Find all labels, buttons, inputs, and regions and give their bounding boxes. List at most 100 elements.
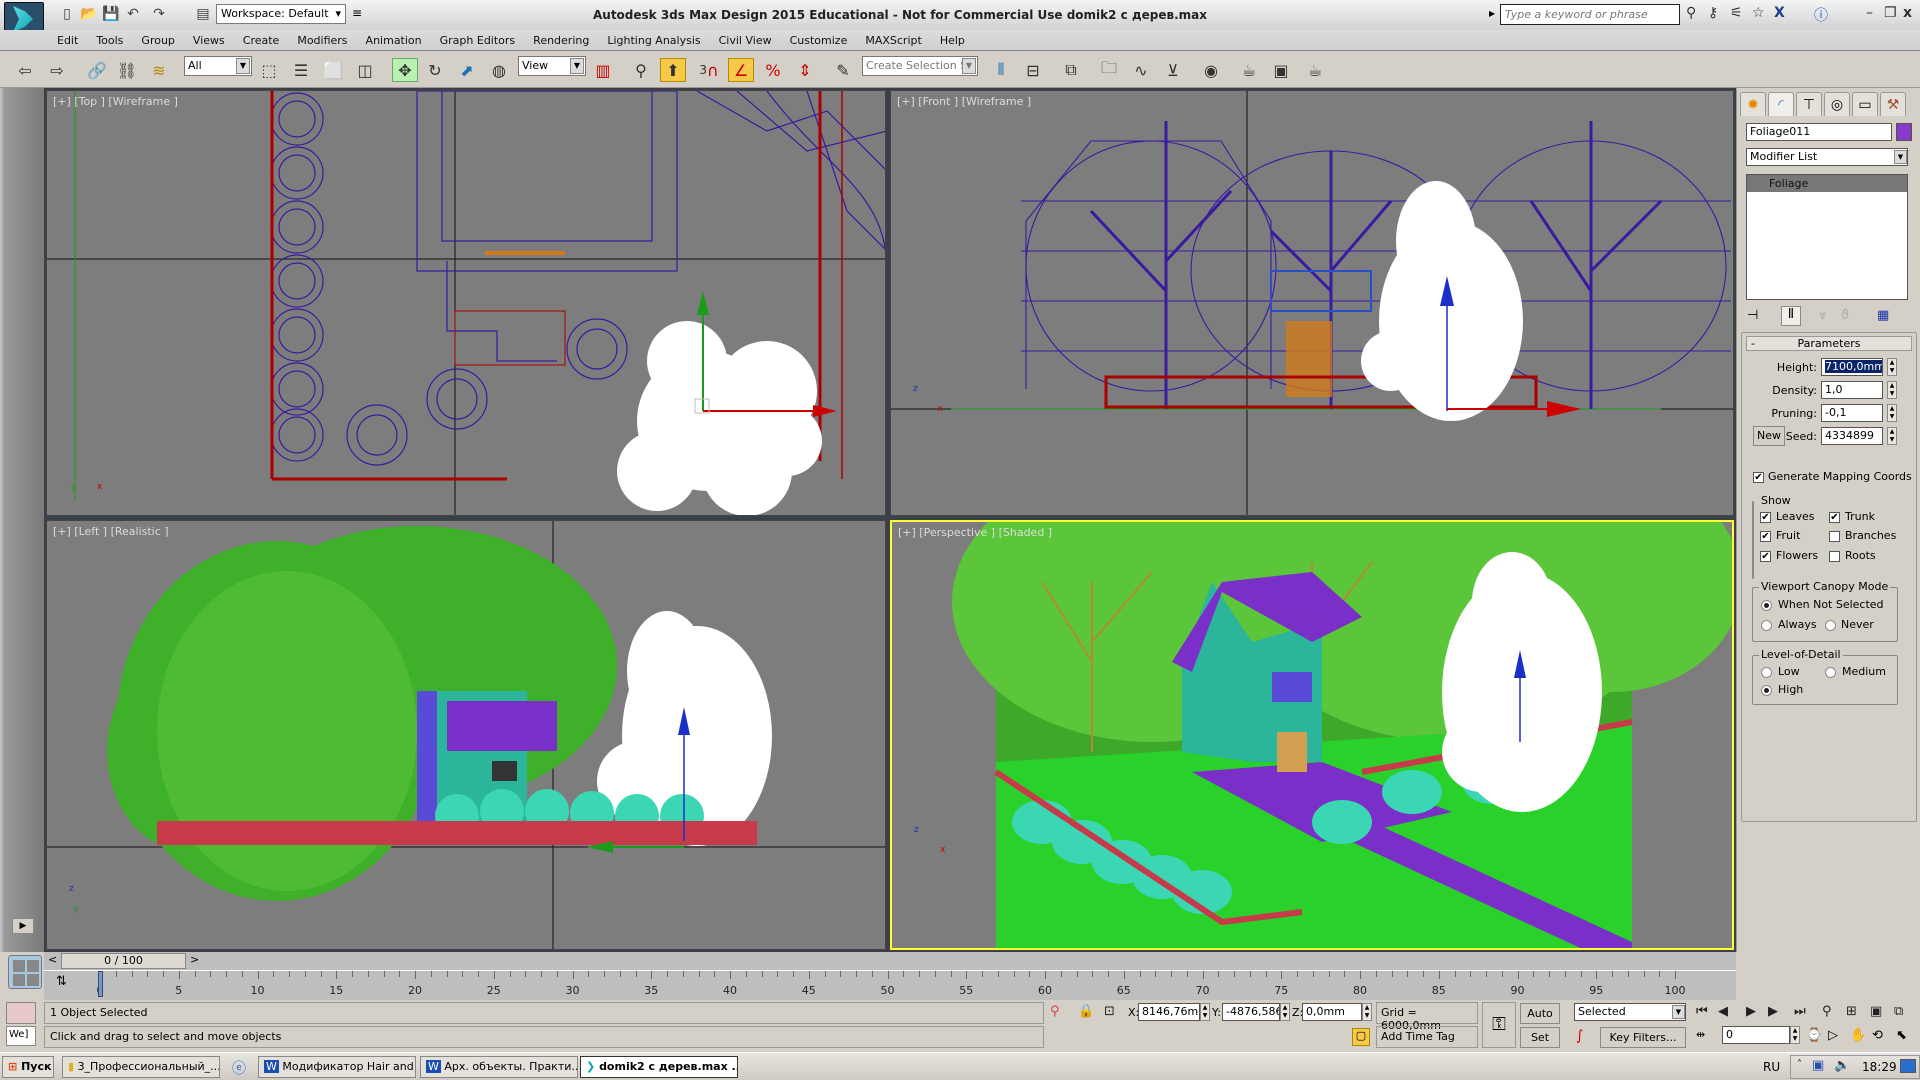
utilities-tab-icon[interactable]: ⚒ <box>1880 92 1906 116</box>
configure-modifier-sets-icon[interactable]: ▦ <box>1877 308 1889 323</box>
menu-views[interactable]: Views <box>184 34 234 47</box>
generate-mapping-checkbox[interactable]: ✔ <box>1753 472 1764 483</box>
zoom-all-icon[interactable]: ⊞ <box>1846 1004 1857 1019</box>
remove-modifier-icon[interactable]: ϑ <box>1841 308 1849 323</box>
menu-help[interactable]: Help <box>931 34 974 47</box>
menu-group[interactable]: Group <box>132 34 184 47</box>
frame-spinner[interactable]: ▲ ▼ <box>1790 1026 1800 1044</box>
time-configuration-icon[interactable]: ⌚ <box>1806 1028 1822 1043</box>
key-mode-toggle-icon[interactable]: ⇹ <box>1696 1028 1705 1041</box>
redo-icon[interactable]: ⇨ <box>44 58 70 82</box>
lod-high-radio[interactable] <box>1761 685 1772 696</box>
menu-create[interactable]: Create <box>234 34 289 47</box>
new-seed-button[interactable]: New <box>1753 426 1785 446</box>
maxscript-input[interactable]: We] <box>6 1026 36 1046</box>
window-crossing-icon[interactable]: ◫ <box>352 58 378 82</box>
zoom-icon[interactable]: ⚲ <box>1822 1004 1832 1019</box>
previous-key-icon[interactable]: ◀ <box>1718 1004 1728 1019</box>
field-of-view-icon[interactable]: ▷ <box>1828 1028 1838 1043</box>
viewport-front[interactable]: [+] [Front ] [Wireframe ] z x <box>890 90 1734 516</box>
x-spinner[interactable]: ▲ ▼ <box>1200 1003 1210 1021</box>
workspace-dropdown[interactable]: Workspace: Default ▾ <box>216 4 346 24</box>
taskbar-item-word-hair[interactable]: W Модификатор Hair and ... <box>258 1056 416 1078</box>
show-desktop-icon[interactable] <box>1900 1059 1916 1073</box>
volume-icon[interactable]: 🔈 <box>1834 1058 1850 1073</box>
play-icon[interactable]: ▶ <box>1746 1004 1756 1019</box>
satellite-icon[interactable]: ⚟ <box>1730 5 1743 21</box>
menu-edit[interactable]: Edit <box>48 34 87 47</box>
network-icon[interactable]: ▣ <box>1812 1058 1824 1073</box>
render-production-icon[interactable]: ☕ <box>1302 58 1328 82</box>
motion-tab-icon[interactable]: ◎ <box>1824 92 1850 116</box>
never-radio[interactable] <box>1825 620 1836 631</box>
viewport-label[interactable]: [+] [Left ] [Realistic ] <box>53 525 169 538</box>
minimize-button[interactable]: – <box>1866 5 1873 21</box>
show-hidden-icons[interactable]: ˄ <box>1797 1059 1802 1070</box>
flowers-checkbox[interactable]: ✔ <box>1760 551 1771 562</box>
new-file-icon[interactable]: ▯ <box>58 5 76 23</box>
branches-checkbox[interactable] <box>1829 531 1840 542</box>
orbit-icon[interactable]: ⟲ <box>1872 1028 1883 1043</box>
language-indicator[interactable]: RU <box>1763 1060 1780 1074</box>
expand-ribbon-button[interactable]: ▶ <box>12 918 34 934</box>
show-end-result-icon[interactable]: Ⅱ <box>1781 306 1801 326</box>
object-color-swatch[interactable] <box>1896 123 1912 141</box>
density-field[interactable]: 1,0 <box>1821 381 1883 399</box>
modify-tab-icon[interactable]: ◜ <box>1768 92 1794 116</box>
layer-explorer-icon[interactable]: ⧉ <box>1058 58 1084 82</box>
undo-icon[interactable]: ⇦ <box>12 58 38 82</box>
hierarchy-tab-icon[interactable]: ⊤ <box>1796 92 1822 116</box>
next-frame-button[interactable]: > <box>190 953 199 966</box>
pin-stack-icon[interactable]: ⊣ <box>1747 308 1758 323</box>
menu-animation[interactable]: Animation <box>357 34 431 47</box>
z-coordinate-field[interactable]: 0,0mm <box>1302 1003 1362 1021</box>
ie-icon[interactable]: ⓔ <box>232 1058 246 1078</box>
menu-civil-view[interactable]: Civil View <box>710 34 781 47</box>
absolute-mode-transform-icon[interactable]: ⊡ <box>1104 1004 1115 1019</box>
fruit-checkbox[interactable]: ✔ <box>1760 531 1771 542</box>
time-tag-icon[interactable]: ▢ <box>1352 1028 1370 1046</box>
binoculars-icon[interactable]: ⚲ <box>1686 5 1696 21</box>
viewport-left[interactable]: [+] [Left ] [Realistic ] z y <box>46 520 886 950</box>
autodesk-exchange-icon[interactable]: X <box>1774 5 1785 21</box>
object-name-field[interactable]: Foliage011 <box>1746 123 1892 141</box>
selection-lock-icon[interactable]: 🔒 <box>1078 1004 1094 1019</box>
mirror-icon[interactable]: ⫴ <box>988 58 1014 82</box>
chevron-down-icon[interactable]: ▼ <box>1894 150 1907 164</box>
current-frame-marker[interactable] <box>98 971 103 997</box>
select-and-move-icon[interactable]: ✥ <box>392 58 418 82</box>
selection-filter-dropdown[interactable]: All ▼ <box>184 56 252 76</box>
menu-modifiers[interactable]: Modifiers <box>288 34 356 47</box>
modifier-list-dropdown[interactable]: Modifier List <box>1746 148 1908 166</box>
render-setup-icon[interactable]: ☕ <box>1236 58 1262 82</box>
isolate-selection-icon[interactable]: ⚲ <box>1050 1004 1060 1019</box>
schematic-view-icon[interactable]: ⊻ <box>1160 58 1186 82</box>
keyboard-shortcut-override-icon[interactable]: ⬆ <box>660 58 686 82</box>
angle-snap-icon[interactable]: ∠ <box>728 58 754 82</box>
mini-curve-editor-icon[interactable]: ⇅ <box>56 974 67 989</box>
taskbar-item-3dsmax[interactable]: ❯ domik2 с дерев.max ... <box>580 1056 738 1078</box>
viewport-top[interactable]: [+] [Top ] [Wireframe ] y x <box>46 90 886 516</box>
roots-checkbox[interactable] <box>1829 551 1840 562</box>
lod-low-radio[interactable] <box>1761 667 1772 678</box>
select-and-place-icon[interactable]: ◍ <box>486 58 512 82</box>
curve-editor-icon[interactable]: ∿ <box>1128 58 1154 82</box>
previous-frame-button[interactable]: < <box>48 953 57 966</box>
go-to-end-icon[interactable]: ⏭ <box>1794 1004 1806 1019</box>
spinner-snap-icon[interactable]: ⇕ <box>792 58 818 82</box>
y-coordinate-field[interactable]: -4876,586 <box>1222 1003 1280 1021</box>
menu-customize[interactable]: Customize <box>781 34 857 47</box>
help-icon[interactable]: ⓘ <box>1814 5 1828 25</box>
menu-tools[interactable]: Tools <box>87 34 132 47</box>
lod-medium-radio[interactable] <box>1825 667 1836 678</box>
close-button[interactable]: x <box>1903 5 1912 21</box>
select-and-link-icon[interactable]: 🔗 <box>84 58 110 82</box>
viewport-perspective[interactable]: [+] [Perspective ] [Shaded ] z x <box>890 520 1734 950</box>
unlink-selection-icon[interactable]: ⛓ <box>114 58 140 82</box>
select-and-rotate-icon[interactable]: ↻ <box>422 58 448 82</box>
menu-rendering[interactable]: Rendering <box>524 34 598 47</box>
default-tangent-icon[interactable]: ∫ <box>1576 1028 1583 1044</box>
z-spinner[interactable]: ▲ ▼ <box>1362 1003 1372 1021</box>
time-slider-track[interactable] <box>44 952 1736 970</box>
when-not-selected-radio[interactable] <box>1761 600 1772 611</box>
